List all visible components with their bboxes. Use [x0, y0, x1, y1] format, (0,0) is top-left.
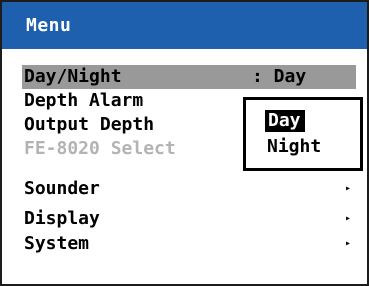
menu-item-output-depth[interactable]: Output Depth: [24, 113, 154, 137]
triangle-right-icon: ▸: [345, 183, 352, 194]
popup-option-day[interactable]: Day: [265, 110, 305, 132]
menu-item-label: Output Depth: [24, 114, 155, 135]
menu-item-day-night[interactable]: Day/Night : Day: [22, 65, 356, 89]
popup-option-night[interactable]: Night: [267, 136, 321, 158]
triangle-right-icon: ▸: [345, 238, 352, 249]
menu-item-label: Display: [24, 208, 100, 229]
menu-title-bar: Menu: [2, 2, 367, 49]
menu-item-label: Sounder: [24, 178, 100, 199]
day-night-options-popup: Day Night: [243, 97, 363, 171]
triangle-right-icon: ▸: [345, 213, 352, 224]
menu-item-label: Depth Alarm: [24, 90, 144, 111]
menu-item-label: FE-8020 Select: [24, 138, 176, 159]
menu-item-depth-alarm[interactable]: Depth Alarm: [24, 89, 143, 113]
menu-item-display[interactable]: Display ▸: [24, 207, 351, 231]
menu-window: Menu Day/Night : Day Depth Alarm Output …: [0, 0, 369, 286]
menu-item-system[interactable]: System ▸: [24, 232, 351, 256]
menu-item-sounder[interactable]: Sounder ▸: [24, 177, 351, 201]
menu-item-label: Day/Night: [24, 66, 122, 87]
menu-item-fe-8020-select: FE-8020 Select: [24, 137, 176, 161]
menu-item-label: System: [24, 233, 90, 254]
menu-item-value: : Day: [252, 66, 307, 87]
menu-title: Menu: [26, 15, 72, 36]
